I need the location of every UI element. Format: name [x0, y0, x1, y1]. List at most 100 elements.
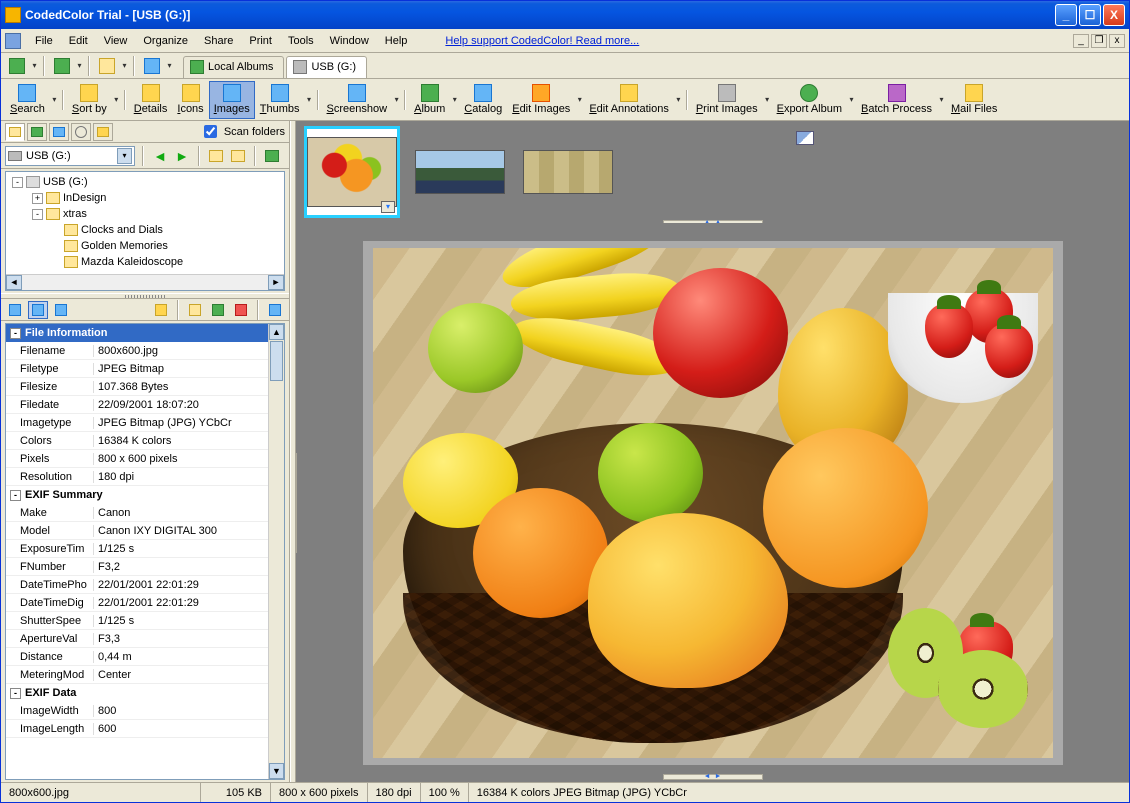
scroll-up[interactable]: ▲: [269, 324, 284, 340]
section-exif-data[interactable]: -EXIF Data: [6, 684, 268, 702]
info-row[interactable]: FNumberF3,2: [6, 558, 268, 576]
folder-up[interactable]: [207, 147, 225, 165]
info-row[interactable]: ApertureValF3,3: [6, 630, 268, 648]
scan-folders-checkbox[interactable]: [204, 125, 217, 138]
scan-folders-check[interactable]: Scan folders: [200, 122, 285, 141]
menu-print[interactable]: Print: [241, 33, 280, 49]
info-row[interactable]: ImageWidth800: [6, 702, 268, 720]
refresh-button[interactable]: [263, 147, 281, 165]
search-button[interactable]: Search: [5, 81, 50, 119]
info-row[interactable]: DateTimePho22/01/2001 22:01:29: [6, 576, 268, 594]
tree-item[interactable]: + InDesign: [8, 190, 282, 206]
catalog-button[interactable]: Catalog: [459, 81, 507, 119]
mdi-minimize[interactable]: _: [1073, 34, 1089, 48]
close-button[interactable]: X: [1103, 4, 1125, 26]
nav-tab-3[interactable]: [49, 123, 69, 141]
folder-tree[interactable]: - USB (G:) + InDesign - xtras: [5, 171, 285, 291]
info-btn-a[interactable]: [185, 301, 205, 319]
drive-dropdown-arrow[interactable]: ▾: [117, 148, 132, 164]
thumbnail-item[interactable]: [412, 126, 508, 218]
tree-item[interactable]: Golden Memories: [8, 238, 282, 254]
tree-item[interactable]: Mazda Kaleidoscope: [8, 254, 282, 270]
minimize-button[interactable]: _: [1055, 4, 1077, 26]
info-row[interactable]: ImagetypeJPEG Bitmap (JPG) YCbCr: [6, 414, 268, 432]
nav-back[interactable]: ◄: [151, 147, 169, 165]
mdi-restore[interactable]: ❐: [1091, 34, 1107, 48]
preview-vsplitter[interactable]: ◄►: [296, 453, 297, 553]
scroll-thumb[interactable]: [270, 341, 283, 381]
app-menu-icon[interactable]: [5, 33, 21, 49]
section-exif-summary[interactable]: -EXIF Summary: [6, 486, 268, 504]
info-row[interactable]: Colors16384 K colors: [6, 432, 268, 450]
support-link[interactable]: Help support CodedColor! Read more...: [445, 35, 639, 47]
screenshow-dropdown[interactable]: ▾: [392, 81, 401, 119]
sortby-dropdown[interactable]: ▾: [112, 81, 121, 119]
album-dropdown[interactable]: ▾: [450, 81, 459, 119]
album-button[interactable]: Album: [409, 81, 450, 119]
tab-usb[interactable]: USB (G:): [286, 56, 367, 78]
scroll-left[interactable]: ◄: [6, 275, 22, 290]
batch-dropdown[interactable]: ▾: [937, 81, 946, 119]
print-dropdown[interactable]: ▾: [763, 81, 772, 119]
tab-local-albums[interactable]: Local Albums: [183, 56, 284, 78]
info-tab-3[interactable]: [51, 301, 71, 319]
tree-root[interactable]: - USB (G:): [8, 174, 282, 190]
nav-tab-tree[interactable]: [5, 123, 25, 141]
info-vscroll[interactable]: ▲ ▼: [268, 324, 284, 779]
info-tab-1[interactable]: [5, 301, 25, 319]
info-row[interactable]: ExposureTim1/125 s: [6, 540, 268, 558]
tool-button-2[interactable]: [50, 56, 74, 76]
batchprocess-button[interactable]: Batch Process: [856, 81, 937, 119]
menu-share[interactable]: Share: [196, 33, 241, 49]
sortby-button[interactable]: Sort by: [67, 81, 112, 119]
info-btn-d[interactable]: [265, 301, 285, 319]
mdi-close[interactable]: x: [1109, 34, 1125, 48]
printimages-button[interactable]: Print Images: [691, 81, 763, 119]
info-row[interactable]: Distance0,44 m: [6, 648, 268, 666]
scroll-down[interactable]: ▼: [269, 763, 284, 779]
info-row[interactable]: Filename800x600.jpg: [6, 342, 268, 360]
info-row[interactable]: Resolution180 dpi: [6, 468, 268, 486]
info-row[interactable]: Pixels800 x 600 pixels: [6, 450, 268, 468]
info-btn-c[interactable]: [231, 301, 251, 319]
thumbnail-selected[interactable]: ▾: [304, 126, 400, 218]
info-row[interactable]: MeteringModCenter: [6, 666, 268, 684]
image-button[interactable]: [140, 56, 164, 76]
tree-item[interactable]: - xtras: [8, 206, 282, 222]
mailfiles-button[interactable]: Mail Files: [946, 81, 1002, 119]
scroll-track[interactable]: [22, 275, 268, 290]
export-dropdown[interactable]: ▾: [847, 81, 856, 119]
scroll-right[interactable]: ►: [268, 275, 284, 290]
new-dropdown[interactable]: ▾: [31, 58, 38, 74]
info-tab-2[interactable]: [28, 301, 48, 319]
maximize-button[interactable]: ☐: [1079, 4, 1101, 26]
thumbs-button[interactable]: Thumbs: [255, 81, 305, 119]
open-folder-button[interactable]: [95, 56, 119, 76]
image-dropdown[interactable]: ▾: [166, 58, 173, 74]
editannotations-button[interactable]: Edit Annotations: [584, 81, 674, 119]
info-row[interactable]: ModelCanon IXY DIGITAL 300: [6, 522, 268, 540]
info-row[interactable]: FiletypeJPEG Bitmap: [6, 360, 268, 378]
info-btn-b[interactable]: [208, 301, 228, 319]
menu-window[interactable]: Window: [322, 33, 377, 49]
info-row[interactable]: MakeCanon: [6, 504, 268, 522]
nav-tab-4[interactable]: [71, 123, 91, 141]
tree-hscroll[interactable]: ◄ ►: [6, 274, 284, 290]
menu-organize[interactable]: Organize: [135, 33, 196, 49]
editimages-button[interactable]: Edit Images: [507, 81, 575, 119]
menu-view[interactable]: View: [96, 33, 136, 49]
preview-hsplitter[interactable]: ◄ ►: [663, 774, 763, 780]
eraser-icon[interactable]: [796, 131, 814, 145]
menu-tools[interactable]: Tools: [280, 33, 322, 49]
nav-tab-2[interactable]: [27, 123, 47, 141]
thumbs-dropdown[interactable]: ▾: [305, 81, 314, 119]
info-row[interactable]: ImageLength600: [6, 720, 268, 738]
menu-help[interactable]: Help: [377, 33, 416, 49]
thumb-menu[interactable]: ▾: [381, 201, 395, 213]
nav-tab-5[interactable]: [93, 123, 113, 141]
tree-item[interactable]: Clocks and Dials: [8, 222, 282, 238]
drive-select[interactable]: USB (G:) ▾: [5, 146, 135, 166]
info-btn-edit[interactable]: [151, 301, 171, 319]
screenshow-button[interactable]: Screenshow: [322, 81, 393, 119]
section-file-info[interactable]: -File Information: [6, 324, 268, 342]
